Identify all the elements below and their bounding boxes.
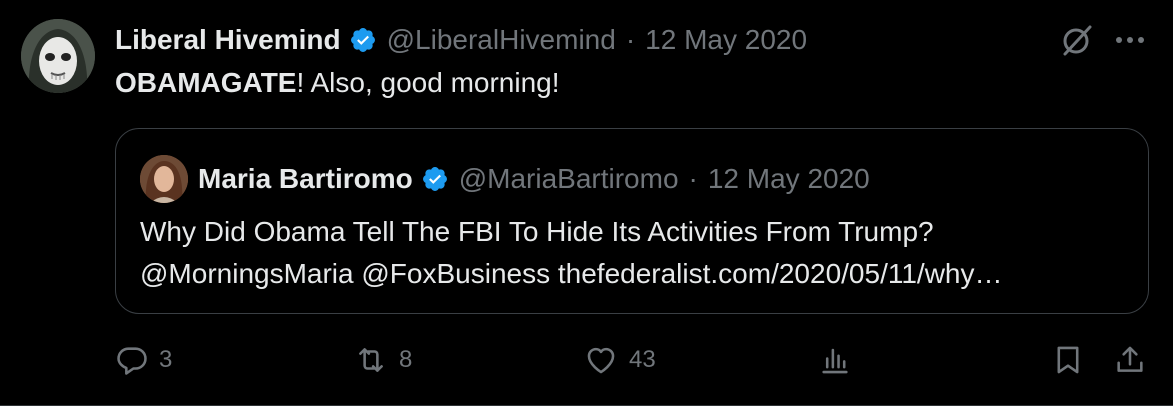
quoted-handle[interactable]: @MariaBartiromo <box>459 163 679 195</box>
tweet-card[interactable]: Liberal Hivemind @LiberalHivemind · 12 M… <box>0 0 1173 406</box>
grok-icon <box>1063 25 1092 56</box>
retweet-icon <box>359 348 383 372</box>
views-icon <box>822 348 848 374</box>
quoted-date: 12 May 2020 <box>707 163 870 194</box>
bookmark-button[interactable] <box>1051 338 1085 382</box>
separator-dot: · <box>625 24 636 55</box>
author-handle[interactable]: @LiberalHivemind <box>387 24 616 56</box>
like-button[interactable]: 43 <box>583 338 656 382</box>
reply-icon <box>117 347 147 375</box>
reply-count: 3 <box>159 346 173 373</box>
bookmark-icon <box>1057 346 1079 374</box>
heart-icon <box>587 347 615 374</box>
author-avatar[interactable] <box>21 19 95 93</box>
quoted-tweet-card[interactable]: Maria Bartiromo @MariaBartiromo · 12 May… <box>115 128 1149 314</box>
share-button[interactable] <box>1113 338 1147 382</box>
author-display-name[interactable]: Liberal Hivemind <box>115 24 341 56</box>
tweet-date[interactable]: 12 May 2020 <box>645 24 807 56</box>
portrait-avatar-icon <box>140 155 188 203</box>
tweet-actions: 3 8 43 <box>115 338 1155 382</box>
tweet-bold-text: OBAMAGATE <box>115 67 297 98</box>
quoted-display-name[interactable]: Maria Bartiromo <box>198 163 413 195</box>
quoted-author-avatar[interactable] <box>140 155 188 203</box>
quoted-tweet-header: Maria Bartiromo @MariaBartiromo · 12 May… <box>198 161 870 197</box>
verified-badge-icon <box>421 165 449 193</box>
tweet-text: OBAMAGATE! Also, good morning! <box>115 64 560 102</box>
tweet-rest-text: ! Also, good morning! <box>296 67 560 98</box>
tweet-header: Liberal Hivemind @LiberalHivemind · 12 M… <box>115 22 807 58</box>
more-dots-icon <box>1116 37 1144 43</box>
views-button[interactable] <box>818 338 852 382</box>
like-count: 43 <box>629 346 656 373</box>
grok-button[interactable] <box>1058 21 1096 59</box>
more-options-button[interactable] <box>1108 21 1152 59</box>
retweet-count: 8 <box>399 346 413 373</box>
retweet-button[interactable]: 8 <box>353 338 412 382</box>
quoted-text-line-1: Why Did Obama Tell The FBI To Hide Its A… <box>140 216 934 247</box>
hooded-mask-avatar-icon <box>21 19 95 93</box>
share-icon <box>1117 346 1143 372</box>
reply-button[interactable]: 3 <box>115 338 172 382</box>
quoted-text-line-2: @MorningsMaria @FoxBusiness thefederalis… <box>140 258 1003 289</box>
separator-dot: · <box>688 163 698 194</box>
quoted-tweet-text: Why Did Obama Tell The FBI To Hide Its A… <box>140 211 1003 295</box>
verified-badge-icon <box>349 26 377 54</box>
